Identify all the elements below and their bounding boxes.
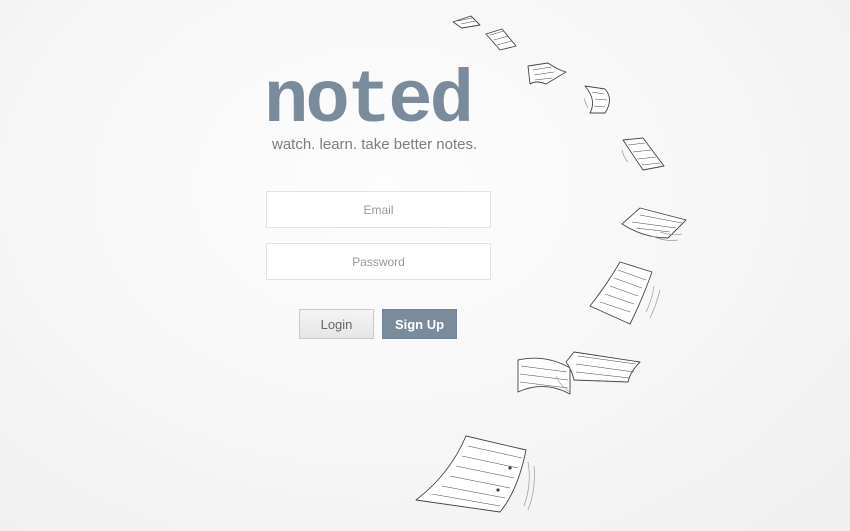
paper-sheet-icon (415, 435, 535, 513)
password-field[interactable] (266, 243, 491, 280)
paper-sheet-icon (452, 15, 481, 29)
paper-sheet-icon (583, 85, 610, 114)
paper-sheet-icon (621, 207, 687, 241)
tagline: watch. learn. take better notes. (272, 136, 478, 153)
paper-sheet-icon (517, 351, 641, 395)
logo: noted (264, 60, 474, 144)
paper-sheet-icon (621, 137, 665, 171)
signup-button[interactable]: Sign Up (382, 309, 457, 339)
paper-sheet-icon (589, 261, 661, 325)
paper-sheet-icon (527, 62, 567, 85)
login-button[interactable]: Login (299, 309, 374, 339)
paper-sheet-icon (485, 28, 517, 51)
email-field[interactable] (266, 191, 491, 228)
